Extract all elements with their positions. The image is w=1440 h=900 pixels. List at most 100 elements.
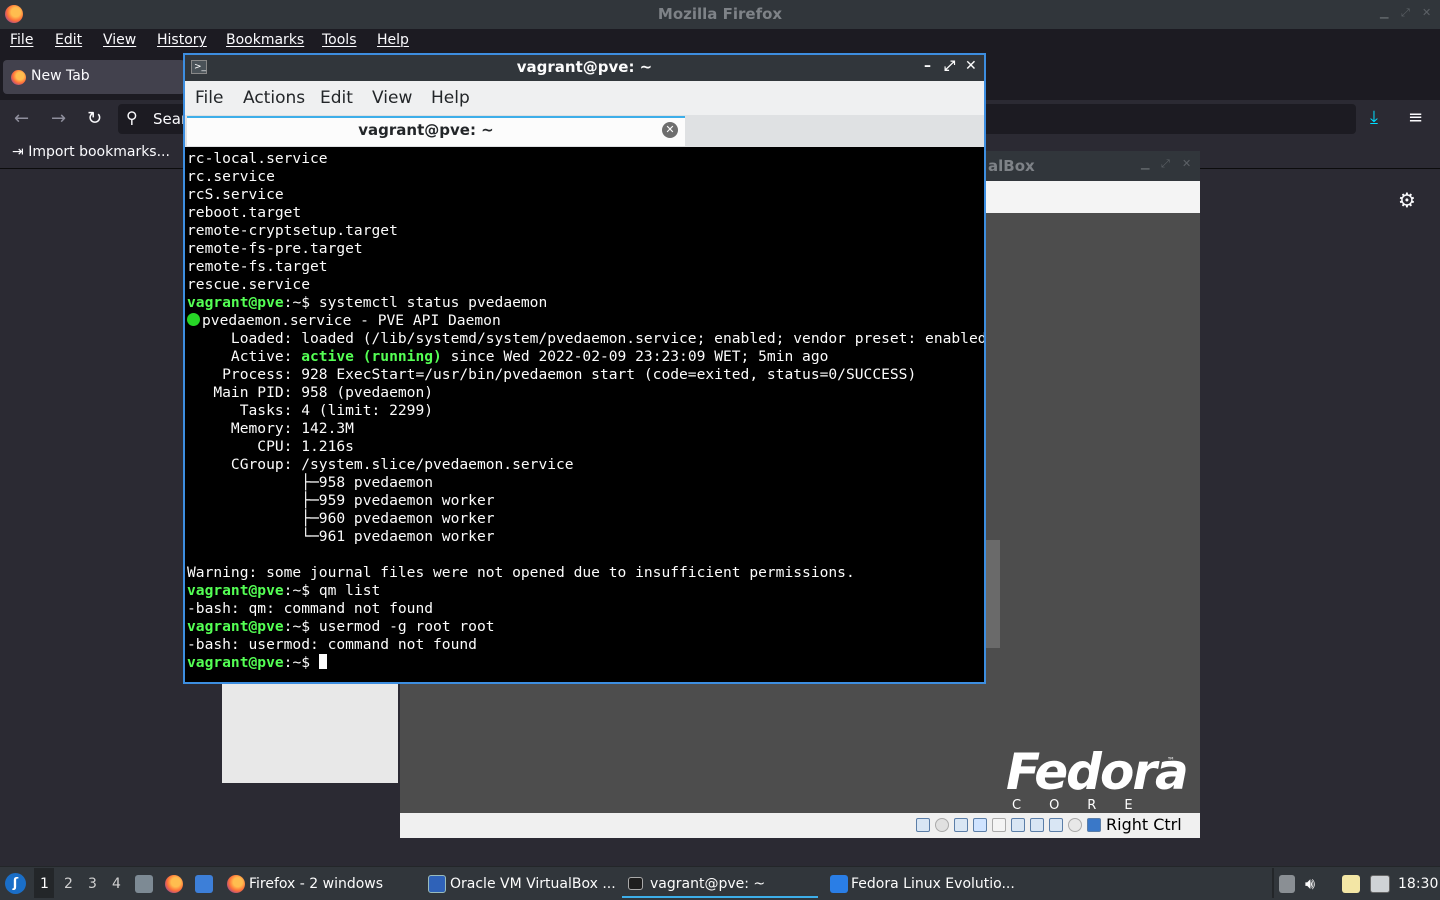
terminal-line: ├─960 pvedaemon worker: [187, 510, 984, 528]
terminal-output[interactable]: rc-local.service rc.service rcS.service reb…: [185, 147, 984, 682]
minimize-icon[interactable]: ▁: [1380, 7, 1390, 18]
forward-icon[interactable]: →: [51, 108, 66, 129]
shared-folders-icon[interactable]: [992, 818, 1006, 832]
terminal-line: rc-local.service: [187, 150, 984, 168]
fedora-trademark: ™: [1167, 756, 1175, 765]
mouse-integration-icon[interactable]: [1068, 818, 1082, 832]
output-text: Warning: some journal files were not ope…: [187, 564, 855, 581]
file-manager-icon[interactable]: [135, 875, 153, 893]
terminal-line: -bash: usermod: command not found: [187, 636, 984, 654]
clipboard-icon[interactable]: [1279, 875, 1295, 893]
menu-history[interactable]: History: [157, 32, 207, 48]
output-text: -bash: qm: command not found: [187, 600, 434, 617]
clock[interactable]: 18:30: [1398, 876, 1438, 892]
output-text: remote-fs.target: [187, 258, 328, 275]
prompt-symbol: :~$: [283, 582, 319, 599]
output-text: pvedaemon.service - PVE API Daemon: [202, 312, 501, 329]
tab-close-icon[interactable]: ✕: [662, 122, 678, 138]
taskbar-item-virtualbox[interactable]: Oracle VM VirtualBox ...: [450, 876, 616, 892]
tray-separator: [1272, 868, 1274, 898]
hdd-icon[interactable]: [916, 818, 930, 832]
reload-icon[interactable]: ↻: [87, 108, 102, 129]
active-status: active (running): [301, 348, 442, 365]
terminal-close-icon[interactable]: ✕: [965, 58, 977, 74]
workspace-3[interactable]: 3: [88, 876, 97, 892]
menu-view[interactable]: View: [103, 32, 136, 48]
menu-file[interactable]: File: [10, 32, 33, 48]
volume-icon[interactable]: 🔊︎: [1305, 874, 1315, 894]
workspace-2[interactable]: 2: [64, 876, 73, 892]
maximize-icon[interactable]: ⤢: [1401, 7, 1411, 18]
desktop-icon[interactable]: [195, 875, 213, 893]
terminal-line: vagrant@pve:~$ systemctl status pvedaemo…: [187, 294, 984, 312]
terminal-line: rescue.service: [187, 276, 984, 294]
firefox-title-bar: Mozilla Firefox: [0, 0, 1440, 29]
vb-maximize-icon[interactable]: ⤢: [1161, 157, 1170, 171]
output-text: Memory: 142.3M: [187, 420, 354, 437]
terminal-line: Process: 928 ExecStart=/usr/bin/pvedaemo…: [187, 366, 984, 384]
network-tray-icon[interactable]: [1370, 875, 1390, 893]
terminal-menu-file[interactable]: File: [195, 88, 223, 108]
host-key-icon[interactable]: [1087, 818, 1101, 832]
virtualbox-left-panel: [222, 683, 398, 783]
workspace-1[interactable]: 1: [40, 876, 49, 892]
app-launcher-icon[interactable]: ʃ: [5, 873, 26, 894]
taskbar-item-fedora[interactable]: Fedora Linux Evolutio...: [851, 876, 1015, 892]
terminal-line: └─961 pvedaemon worker: [187, 528, 984, 546]
taskbar-item-terminal[interactable]: vagrant@pve: ~: [650, 876, 765, 892]
firefox-launcher-icon[interactable]: [165, 875, 183, 893]
taskbar-item-firefox[interactable]: Firefox - 2 windows: [249, 876, 383, 892]
terminal-line: remote-fs.target: [187, 258, 984, 276]
close-icon[interactable]: ✕: [1422, 7, 1432, 18]
terminal-line: CGroup: /system.slice/pvedaemon.service: [187, 456, 984, 474]
menu-help[interactable]: Help: [377, 32, 409, 48]
terminal-minimize-icon[interactable]: –: [924, 58, 931, 74]
cpu-icon[interactable]: [1049, 818, 1063, 832]
video-capture-icon[interactable]: [1030, 818, 1044, 832]
usb-icon[interactable]: [973, 818, 987, 832]
optical-drive-icon[interactable]: [935, 818, 949, 832]
output-text: rc-local.service: [187, 150, 328, 167]
firefox-task-icon: [227, 875, 245, 893]
terminal-menu-actions[interactable]: Actions: [243, 88, 305, 108]
import-bookmarks-link[interactable]: ⇥ Import bookmarks...: [12, 144, 170, 160]
prompt-user: vagrant@pve: [187, 618, 284, 635]
virtualbox-title: alBox: [988, 157, 1035, 175]
gear-icon[interactable]: ⚙: [1398, 188, 1416, 212]
firefox-window-title: Mozilla Firefox: [657, 5, 783, 23]
vm-scrollbar[interactable]: [986, 540, 1000, 648]
menu-edit[interactable]: Edit: [55, 32, 82, 48]
terminal-menu-view[interactable]: View: [372, 88, 412, 108]
hamburger-menu-icon[interactable]: ≡: [1408, 107, 1423, 128]
menu-tools[interactable]: Tools: [322, 32, 357, 48]
output-text: Loaded: loaded (/lib/systemd/system/pved…: [187, 330, 984, 347]
output-text: Process: 928 ExecStart=/usr/bin/pvedaemo…: [187, 366, 917, 383]
terminal-line: Tasks: 4 (limit: 2299): [187, 402, 984, 420]
vb-close-icon[interactable]: ✕: [1182, 157, 1191, 170]
display-icon[interactable]: [1011, 818, 1025, 832]
output-text: ├─960 pvedaemon worker: [187, 510, 495, 527]
fedora-logo: Fedora: [1006, 743, 1189, 801]
download-icon[interactable]: ⤓: [1370, 107, 1378, 128]
output-text: ├─958 pvedaemon: [187, 474, 434, 491]
network-icon[interactable]: [954, 818, 968, 832]
terminal-line: Main PID: 958 (pvedaemon): [187, 384, 984, 402]
terminal-menu-help[interactable]: Help: [431, 88, 470, 108]
prompt-symbol: :~$: [283, 294, 319, 311]
terminal-menu-edit[interactable]: Edit: [320, 88, 353, 108]
prompt-user: vagrant@pve: [187, 294, 284, 311]
terminal-line: pvedaemon.service - PVE API Daemon: [187, 312, 984, 330]
workspace-4[interactable]: 4: [112, 876, 121, 892]
terminal-line: Loaded: loaded (/lib/systemd/system/pved…: [187, 330, 984, 348]
notes-icon[interactable]: [1342, 875, 1360, 893]
command-text: usermod -g root root: [318, 618, 495, 635]
vb-minimize-icon[interactable]: ▁: [1141, 157, 1149, 170]
output-text: since Wed 2022-02-09 23:23:09 WET; 5min …: [441, 348, 829, 365]
terminal-line: remote-fs-pre.target: [187, 240, 984, 258]
terminal-window-title: vagrant@pve: ~: [516, 58, 653, 76]
back-icon[interactable]: ←: [14, 108, 29, 129]
terminal-task-icon: [628, 877, 643, 890]
terminal-maximize-icon[interactable]: ⤢: [944, 58, 955, 74]
menu-bookmarks[interactable]: Bookmarks: [226, 32, 304, 48]
